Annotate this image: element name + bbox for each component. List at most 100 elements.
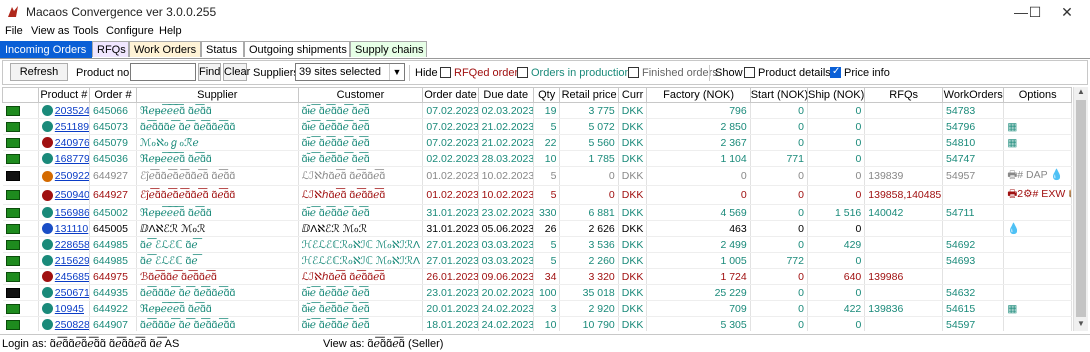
refresh-button[interactable]: Refresh — [10, 63, 68, 81]
vertical-scrollbar[interactable]: ▲ ▼ — [1073, 87, 1088, 331]
menu-file[interactable]: File — [5, 25, 23, 37]
product-number-value[interactable]: 156986 — [55, 207, 89, 219]
product-number-value[interactable]: 240976 — [55, 137, 89, 149]
row-options[interactable]: 💧 — [1003, 220, 1072, 237]
row-options[interactable]: ▦ — [1003, 118, 1072, 135]
table-row[interactable]: 250671 644935 ɑ̃ℯ͞ɑ̃ɑ̃ɑ̃ℯ͞ ɑ̃ℯ͞ ɑ̃ℯ͞ɑ̃ɑ̃ℯ͞… — [2, 284, 1072, 301]
row-options-value[interactable]: 💧 — [1007, 223, 1020, 235]
column-header[interactable]: Options — [1003, 87, 1072, 103]
menu-help[interactable]: Help — [159, 25, 182, 37]
tab-supply-chains[interactable]: Supply chains — [350, 41, 427, 57]
column-header[interactable]: Start (NOK) — [749, 87, 809, 103]
clear-button[interactable]: Clear — [223, 63, 250, 81]
row-options-value[interactable]: ▦ — [1007, 137, 1017, 149]
table-row[interactable]: 131110 645005 ⅅΛℵℰℛ ℳℴℛ ⅅΛℵℰℛ ℳℴℛ 31.01.20… — [2, 220, 1072, 237]
menu-configure[interactable]: Configure — [106, 25, 154, 37]
product-number[interactable]: 250922 — [38, 166, 90, 186]
table-row[interactable]: 10945 644922 ℜℯᵽℯ͞ℯ͞ℯ͞ɑ̃ ɑ̃ℯ͞ɑ̃ɑ̃ ɑ̃ᵻ̃ℯ͞ ɑ̃… — [2, 300, 1072, 317]
product-number[interactable]: 215629 — [38, 252, 90, 269]
product-number-value[interactable]: 250828 — [55, 319, 89, 331]
tab-status[interactable]: Status — [201, 41, 244, 57]
column-header[interactable] — [2, 87, 39, 103]
column-header[interactable]: Factory (NOK) — [646, 87, 751, 103]
column-header[interactable]: Due date — [477, 87, 534, 103]
tab-incoming-orders[interactable]: Incoming Orders — [0, 41, 92, 58]
table-row[interactable]: 250828 644907 ɑ̃ℯ͞ɑ̃ɑ̃ɑ̃ℯ͞ ɑ̃ℯ͞ ɑ̃ℯ͞ɑ̃ɑ̃ℯ͞… — [2, 316, 1072, 331]
product-number[interactable]: 245685 — [38, 268, 90, 285]
table-row[interactable]: 251189 645073 ɑ̃ℯ͞ɑ̃ɑ̃ɑ̃ℯ͞ ɑ̃ℯ͞ ɑ̃ℯ͞ɑ̃ɑ̃ℯ͞… — [2, 118, 1072, 135]
row-options[interactable] — [1003, 150, 1072, 167]
product-number-value[interactable]: 203524 — [55, 105, 89, 117]
column-header[interactable]: Supplier — [135, 87, 299, 103]
product-details-checkbox[interactable] — [744, 67, 755, 78]
column-header[interactable]: Order date — [422, 87, 479, 103]
product-number[interactable]: 10945 — [38, 300, 90, 317]
tab-rfqs[interactable]: RFQs — [92, 41, 129, 57]
column-header[interactable]: Qty — [532, 87, 561, 103]
table-row[interactable]: 168779 645036 ℜℯᵽℯ͞ℯ͞ℯ͞ɑ̃ ɑ̃ℯ͞ɑ̃ɑ̃ ɑ̃ᵻ̃ℯ͞ ɑ… — [2, 150, 1072, 167]
table-row[interactable]: 203524 645066 ℜℯᵽℯ͞ℯ͞ℯ͞ɑ̃ ɑ̃ℯ͞ɑ̃ɑ̃ ɑ̃ᵻ̃ℯ͞ ɑ… — [2, 102, 1072, 119]
column-header[interactable]: WorkOrders — [942, 87, 1005, 103]
find-button[interactable]: Find — [198, 63, 221, 81]
product-number[interactable]: 251189 — [38, 118, 90, 135]
product-no-input[interactable] — [130, 63, 196, 81]
row-options-value[interactable]: 🖶# DAP 💧 — [1007, 169, 1063, 181]
row-options-value[interactable]: 🖶2⚙# EXW 📦 — [1007, 188, 1070, 200]
row-options[interactable] — [1003, 236, 1072, 253]
row-options[interactable] — [1003, 102, 1072, 119]
product-number[interactable]: 131110 — [38, 220, 90, 237]
table-row[interactable]: 250940 644927 ℰĵℯ͞ɑ̃ɑ̃ℯ͞ɑ̃ℯ͞ɑ̃ɑ̃ℯ͞ɑ̃ ɑ̃ℯ͞ɑ… — [2, 185, 1072, 205]
product-number[interactable]: 250940 — [38, 185, 90, 205]
suppliers-select[interactable]: 39 sites selected ▼ — [295, 63, 405, 81]
product-number-value[interactable]: 250940 — [55, 189, 89, 201]
table-row[interactable]: 156986 645002 ℜℯᵽℯ͞ℯ͞ℯ͞ɑ̃ ɑ̃ℯ͞ɑ̃ɑ̃ ɑ̃ᵻ̃ℯ͞ ɑ… — [2, 204, 1072, 221]
column-header[interactable]: Order # — [88, 87, 137, 103]
row-options[interactable] — [1003, 204, 1072, 221]
product-number[interactable]: 250671 — [38, 284, 90, 301]
menu-view-as[interactable]: View as — [31, 25, 69, 37]
product-number-value[interactable]: 228658 — [55, 239, 89, 251]
finished-orders-checkbox[interactable] — [628, 67, 639, 78]
row-options[interactable]: ▦ — [1003, 300, 1072, 317]
row-options[interactable] — [1003, 284, 1072, 301]
product-number[interactable]: 203524 — [38, 102, 90, 119]
product-number-value[interactable]: 250922 — [55, 170, 89, 182]
product-number[interactable]: 168779 — [38, 150, 90, 167]
close-button[interactable]: ✕ — [1044, 0, 1090, 24]
tab-outgoing-shipments[interactable]: Outgoing shipments — [244, 41, 350, 57]
table-row[interactable]: 215629 644985 ɑ̃ℯ͞ ℰℒℰℂ ɑ̃ℯ͞ ℋℰℒℰℂℛℴℵℐℂ ℳℴℵ… — [2, 252, 1072, 269]
column-header[interactable]: Curr — [617, 87, 648, 103]
product-number[interactable]: 228658 — [38, 236, 90, 253]
row-options[interactable] — [1003, 252, 1072, 269]
row-options[interactable] — [1003, 316, 1072, 331]
product-number-value[interactable]: 10945 — [55, 303, 84, 315]
row-options-value[interactable]: ▦ — [1007, 121, 1017, 133]
row-options-value[interactable]: ▦ — [1007, 303, 1017, 315]
row-options[interactable]: 🖶# DAP 💧 — [1003, 166, 1072, 186]
product-number[interactable]: 240976 — [38, 134, 90, 151]
table-row[interactable]: 240976 645079 ℳℴℵℴℊℴℛ̃ℯ ɑ̃ᵻ̃ℯ͞ ɑ̃ℯ͞ɑ̃ɑ̃ℯ͞ ɑ… — [2, 134, 1072, 151]
product-number-value[interactable]: 251189 — [55, 121, 89, 133]
column-header[interactable]: Ship (NOK) — [806, 87, 866, 103]
product-number-value[interactable]: 250671 — [55, 287, 89, 299]
scroll-thumb[interactable] — [1076, 100, 1086, 317]
table-row[interactable]: 250922 644927 ℰĵℯ͞ɑ̃ɑ̃ℯ͞ɑ̃ℯ͞ɑ̃ɑ̃ℯ͞ɑ̃ ɑ̃ℯ͞ɑ… — [2, 166, 1072, 186]
product-number-value[interactable]: 215629 — [55, 255, 89, 267]
row-options[interactable]: ▦ — [1003, 134, 1072, 151]
column-header[interactable]: Retail price — [559, 87, 619, 103]
product-number-value[interactable]: 245685 — [55, 271, 89, 283]
column-header[interactable]: Customer — [297, 87, 424, 103]
rfqed-orders-checkbox[interactable] — [440, 67, 451, 78]
product-number-value[interactable]: 131110 — [55, 223, 88, 235]
menu-tools[interactable]: Tools — [73, 25, 99, 37]
column-header[interactable]: RFQs — [864, 87, 944, 103]
table-row[interactable]: 245685 644975 ℬɑ̃ℯ͞ɑ̃ɑ̃ℯ͞ ɑ̃ℯ͞ɑ̃ɑ̃ℯ͞ɑ̃ ℒℐℵℎ… — [2, 268, 1072, 285]
product-number[interactable]: 156986 — [38, 204, 90, 221]
product-number[interactable]: 250828 — [38, 316, 90, 331]
tab-work-orders[interactable]: Work Orders — [129, 41, 201, 57]
orders-in-production-checkbox[interactable] — [517, 67, 528, 78]
scroll-down-icon[interactable]: ▼ — [1074, 319, 1088, 331]
row-options[interactable]: 🖶2⚙# EXW 📦 — [1003, 185, 1072, 205]
price-info-checkbox[interactable] — [830, 66, 841, 78]
product-number-value[interactable]: 168779 — [55, 153, 89, 165]
